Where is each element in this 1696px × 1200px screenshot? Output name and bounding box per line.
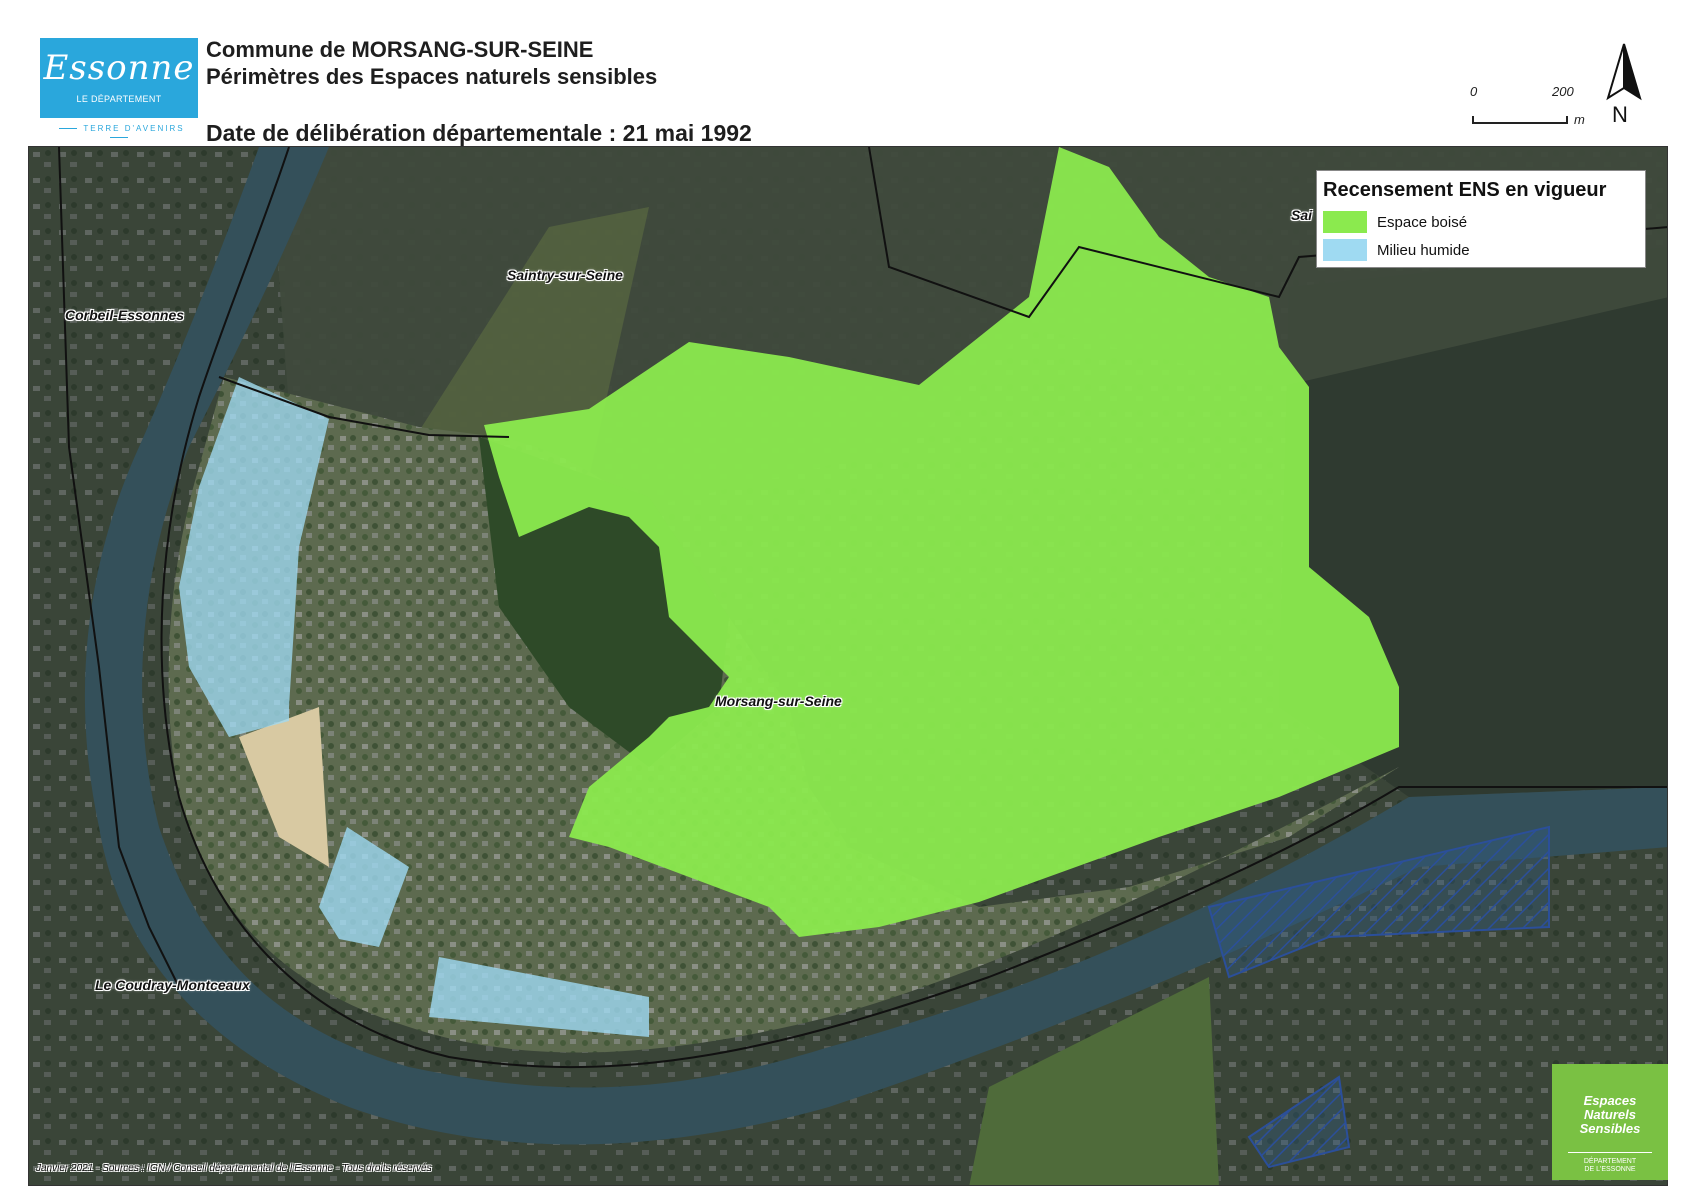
- logo-tagline: TERRE D'AVENIRS: [40, 124, 198, 142]
- map-canvas: [29, 147, 1667, 1185]
- legend-label-espace-boise: Espace boisé: [1377, 214, 1468, 231]
- map-subtitle: Périmètres des Espaces naturels sensible…: [206, 64, 658, 89]
- ens-logo-line3: Sensibles: [1579, 1121, 1641, 1136]
- label-coudray: Le Coudray-Montceaux: [95, 977, 250, 993]
- ens-logo: Espaces Naturels Sensibles DÉPARTEMENT D…: [1552, 1064, 1668, 1180]
- map-title: Commune de MORSANG-SUR-SEINE: [206, 37, 594, 62]
- legend-label-milieu-humide: Milieu humide: [1377, 242, 1470, 259]
- legend-swatch-espace-boise: [1323, 211, 1367, 233]
- ens-logo-sub2: DE L'ESSONNE: [1584, 1166, 1636, 1173]
- scale-unit: m: [1574, 112, 1585, 127]
- map-credits: Janvier 2021 - Sources : IGN / Conseil d…: [36, 1163, 432, 1174]
- legend-title: Recensement ENS en vigueur: [1323, 179, 1607, 201]
- ens-logo-divider: [1568, 1152, 1652, 1153]
- ens-logo-sub1: DÉPARTEMENT: [1583, 1158, 1637, 1165]
- label-saintry: Saintry-sur-Seine: [507, 267, 623, 283]
- scale-label-end: 200: [1552, 84, 1574, 99]
- logo-script-text: Essonne: [43, 48, 195, 88]
- logo-subtitle: LE DÉPARTEMENT: [76, 94, 162, 104]
- map-legend: Recensement ENS en vigueur Espace boisé …: [1316, 170, 1646, 268]
- essonne-logo: Essonne LE DÉPARTEMENT: [40, 38, 198, 118]
- deliberation-date: Date de délibération départementale : 21…: [206, 120, 752, 146]
- north-label: N: [1612, 102, 1628, 127]
- map-view[interactable]: Saintry-sur-Seine Corbeil-Essonnes Morsa…: [28, 146, 1668, 1186]
- label-corbeil: Corbeil-Essonnes: [65, 307, 185, 323]
- legend-swatch-milieu-humide: [1323, 239, 1367, 261]
- scale-label-start: 0: [1470, 84, 1478, 99]
- label-partial-top-right: Sai: [1291, 207, 1313, 223]
- ens-logo-text: Espaces Naturels Sensibles: [1560, 1094, 1660, 1136]
- scale-bar-line: [1472, 116, 1568, 124]
- ens-logo-line1: Espaces: [1583, 1093, 1637, 1108]
- ens-logo-line2: Naturels: [1583, 1107, 1637, 1122]
- scale-bar: 0 200 m: [1466, 82, 1596, 132]
- ens-logo-subtitle: DÉPARTEMENT DE L'ESSONNE: [1556, 1158, 1664, 1174]
- label-morsang: Morsang-sur-Seine: [715, 693, 842, 709]
